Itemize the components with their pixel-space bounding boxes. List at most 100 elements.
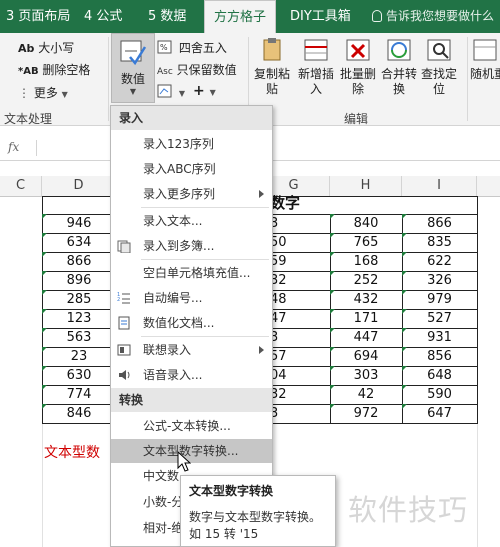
text-number-marker-icon <box>42 252 47 257</box>
table-cell[interactable]: 979 <box>402 290 477 309</box>
table-cell[interactable]: 123 <box>42 309 116 328</box>
menu-item-formula-text[interactable]: 公式-文本转换... <box>111 414 272 438</box>
merge-convert-button[interactable]: 合并转换 <box>378 36 420 97</box>
table-cell[interactable]: 846 <box>42 404 116 423</box>
table-cell[interactable]: 835 <box>402 233 477 252</box>
delete-space-button[interactable]: *AB 删除空格 <box>18 61 90 78</box>
case-button[interactable]: Ab 大小写 <box>18 39 74 56</box>
menu-item-text-number-convert[interactable]: 文本型数字转换... <box>111 439 272 463</box>
watermark-text: 软件技巧 <box>348 493 469 527</box>
tab-fangfang[interactable]: 方方格子 <box>204 0 276 33</box>
table-cell[interactable]: 647 <box>402 404 477 423</box>
menu-separator <box>141 259 269 260</box>
number-button[interactable]: 数值 ▼ <box>111 33 155 103</box>
insert-icon <box>302 36 330 64</box>
table-cell[interactable]: 774 <box>42 385 116 404</box>
menu-item-fill-blank[interactable]: 空白单元格填充值... <box>111 261 272 285</box>
menu-item-input-abc[interactable]: 录入ABC序列 <box>111 157 272 181</box>
ribbon-chart-button[interactable]: ▼ <box>157 84 185 99</box>
copy-paste-button[interactable]: 复制粘贴 <box>251 36 293 97</box>
menu-item-input-multi-book[interactable]: 录入到多簿... <box>111 234 272 258</box>
ribbon-tab-bar: 3 页面布局 4 公式 5 数据 方方格子 DIY工具箱 告诉我您想要做什么 <box>0 0 500 33</box>
table-cell[interactable]: 527 <box>402 309 477 328</box>
text-number-marker-icon <box>402 271 407 276</box>
table-cell[interactable]: 866 <box>402 214 477 233</box>
add-insert-button[interactable]: 新增插入 <box>294 36 338 97</box>
table-cell[interactable]: 931 <box>402 328 477 347</box>
menu-item-digitize-doc[interactable]: 数值化文档... <box>111 311 272 335</box>
table-cell[interactable]: 630 <box>42 366 116 385</box>
table-cell[interactable]: 634 <box>42 233 116 252</box>
dropdown-arrow-icon: ▼ <box>129 87 137 96</box>
menu-item-input-more[interactable]: 录入更多序列 <box>111 182 272 206</box>
text-number-marker-icon <box>330 290 335 295</box>
column-header-i[interactable]: I <box>402 176 477 196</box>
random-label: 随机重 <box>470 67 500 81</box>
table-cell[interactable]: 432 <box>330 290 402 309</box>
menu-item-voice-input[interactable]: 语音录入... <box>111 363 272 387</box>
text-number-marker-icon <box>330 271 335 276</box>
table-cell[interactable]: 590 <box>402 385 477 404</box>
menu-item-input-text[interactable]: 录入文本... <box>111 209 272 233</box>
fx-icon[interactable]: fx <box>8 140 37 156</box>
table-cell[interactable]: 168 <box>330 252 402 271</box>
table-cell[interactable]: 972 <box>330 404 402 423</box>
table-cell[interactable]: 303 <box>330 366 402 385</box>
table-cell[interactable]: 563 <box>42 328 116 347</box>
text-number-marker-icon <box>402 328 407 333</box>
svg-text:%: % <box>160 43 168 52</box>
tab-data[interactable]: 5 数据 <box>148 0 186 33</box>
plus-button[interactable]: + ▼ <box>193 83 216 99</box>
edit-group-label: 编辑 <box>344 112 369 126</box>
table-cell[interactable]: 285 <box>42 290 116 309</box>
dropdown-arrow-icon: ▼ <box>209 88 216 97</box>
round-button[interactable]: % 四舍五入 <box>157 39 227 56</box>
table-cell[interactable]: 765 <box>330 233 402 252</box>
table-cell[interactable]: 23 <box>42 347 116 366</box>
table-cell[interactable]: 326 <box>402 271 477 290</box>
menu-section-convert: 转换 <box>111 388 272 412</box>
table-cell[interactable]: 694 <box>330 347 402 366</box>
add-insert-label: 新增插入 <box>298 67 335 96</box>
text-number-marker-icon <box>330 233 335 238</box>
menu-item-input-123[interactable]: 录入123序列 <box>111 132 272 156</box>
document-icon <box>118 316 130 330</box>
table-cell[interactable]: 447 <box>330 328 402 347</box>
tooltip-line-2: 如 15 转 '15 <box>189 527 259 541</box>
menu-item-auto-number[interactable]: 12 自动编号... <box>111 286 272 310</box>
column-header-h[interactable]: H <box>330 176 402 196</box>
keep-value-label: 只保留数值 <box>176 63 237 77</box>
table-cell[interactable]: 648 <box>402 366 477 385</box>
chart-icon <box>157 84 172 98</box>
table-cell[interactable]: 252 <box>330 271 402 290</box>
more-button[interactable]: ⋮ 更多 ▼ <box>18 84 68 101</box>
tab-page-layout[interactable]: 3 页面布局 <box>6 0 70 33</box>
menu-item-label: 自动编号... <box>143 291 203 305</box>
random-button[interactable]: 随机重 <box>470 36 500 82</box>
text-number-marker-icon <box>42 233 47 238</box>
dropdown-arrow-icon: ▼ <box>178 89 185 98</box>
column-header-d[interactable]: D <box>42 176 116 196</box>
tell-me-box[interactable]: 告诉我您想要做什么 <box>372 0 494 33</box>
keep-value-icon: Asc <box>157 67 173 77</box>
tab-formulas[interactable]: 4 公式 <box>84 0 122 33</box>
lightbulb-icon <box>372 10 382 22</box>
tab-diy-toolbox[interactable]: DIY工具箱 <box>290 0 351 33</box>
text-number-marker-icon <box>330 404 335 409</box>
merge-icon <box>385 36 413 64</box>
table-cell[interactable]: 946 <box>42 214 116 233</box>
text-number-marker-icon <box>402 233 407 238</box>
table-cell[interactable]: 896 <box>42 271 116 290</box>
keep-value-button[interactable]: Asc 只保留数值 <box>157 61 237 78</box>
find-locate-button[interactable]: 查找定位 <box>418 36 460 97</box>
table-cell[interactable]: 856 <box>402 347 477 366</box>
table-cell[interactable]: 840 <box>330 214 402 233</box>
table-cell[interactable]: 171 <box>330 309 402 328</box>
menu-item-associative-input[interactable]: 联想录入 <box>111 338 272 362</box>
table-cell[interactable]: 866 <box>42 252 116 271</box>
batch-delete-button[interactable]: 批量删除 <box>337 36 379 97</box>
column-header-c[interactable]: C <box>0 176 42 196</box>
table-cell[interactable]: 42 <box>330 385 402 404</box>
table-cell[interactable]: 622 <box>402 252 477 271</box>
number-label: 数值 <box>120 72 145 86</box>
